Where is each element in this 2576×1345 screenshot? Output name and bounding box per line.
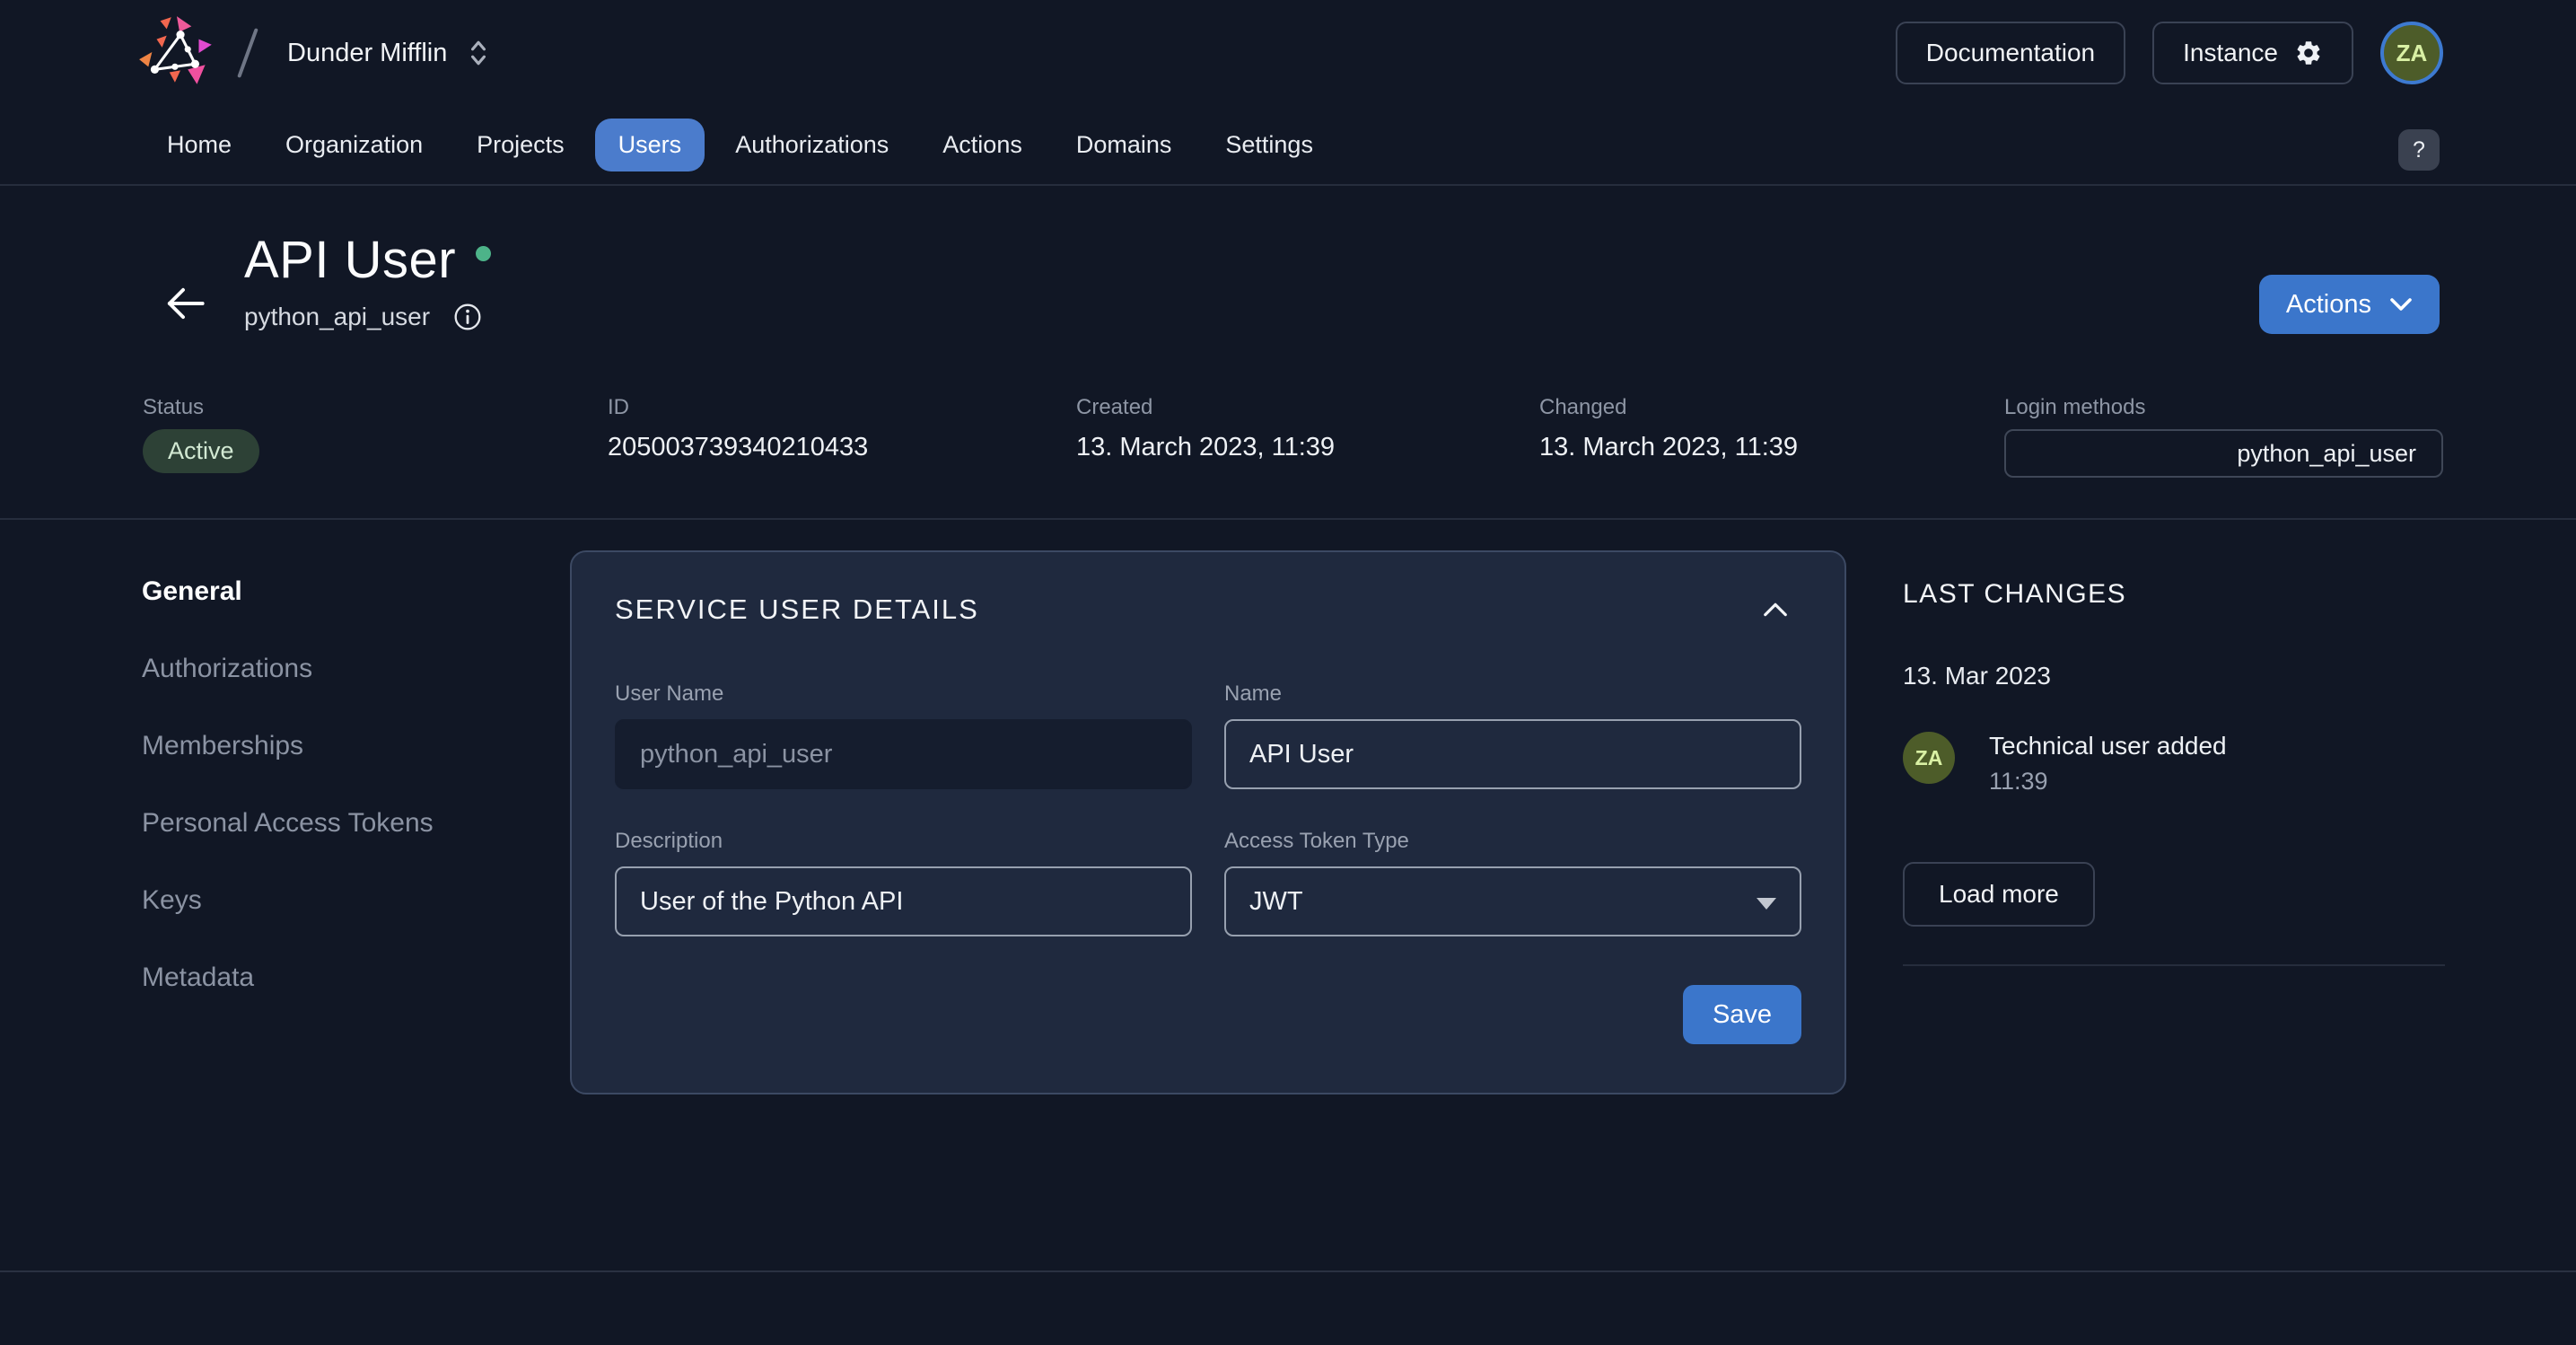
zitadel-logo-icon[interactable] (136, 14, 221, 92)
change-entry-body: Technical user added 11:39 (1989, 732, 2227, 796)
created-value: 13. March 2023, 11:39 (1076, 433, 1335, 462)
topbar: Dunder Mifflin Documentation Instance ZA (0, 0, 2576, 186)
sidebar-item-metadata[interactable]: Metadata (142, 963, 528, 993)
sidebar-item-personal-access-tokens[interactable]: Personal Access Tokens (142, 808, 528, 839)
meta-created: Created 13. March 2023, 11:39 (1076, 395, 1335, 462)
active-status-dot-icon (476, 246, 491, 261)
org-name: Dunder Mifflin (287, 39, 447, 68)
sidebar-item-authorizations[interactable]: Authorizations (142, 654, 528, 684)
org-switcher[interactable]: Dunder Mifflin (275, 30, 503, 77)
actions-menu-label: Actions (2286, 290, 2371, 320)
change-entry-avatar-initials: ZA (1915, 746, 1943, 770)
help-button[interactable]: ? (2398, 129, 2440, 171)
access-token-type-label: Access Token Type (1224, 829, 1801, 854)
tab-users[interactable]: Users (595, 119, 705, 171)
load-more-button[interactable]: Load more (1903, 862, 2095, 927)
main-nav: Home Organization Projects Users Authori… (144, 119, 1336, 171)
change-entry: ZA Technical user added 11:39 (1903, 732, 2445, 796)
tab-projects[interactable]: Projects (453, 119, 588, 171)
login-methods-label: Login methods (2004, 395, 2443, 420)
chevron-down-icon (2389, 296, 2413, 312)
status-label: Status (143, 395, 259, 420)
meta-status: Status Active (143, 395, 259, 473)
created-label: Created (1076, 395, 1335, 420)
sidebar-item-memberships[interactable]: Memberships (142, 731, 528, 761)
field-access-token-type: Access Token Type JWT (1224, 829, 1801, 936)
change-entry-time: 11:39 (1989, 768, 2227, 796)
page-title: API User (244, 230, 456, 290)
breadcrumb-slash (237, 28, 258, 78)
access-token-type-value: JWT (1249, 887, 1303, 917)
tab-domains[interactable]: Domains (1053, 119, 1196, 171)
changes-divider (1903, 964, 2445, 966)
info-icon[interactable] (453, 303, 482, 331)
name-label: Name (1224, 681, 1801, 707)
tab-actions[interactable]: Actions (919, 119, 1046, 171)
user-name-label: User Name (615, 681, 1192, 707)
detail-sidenav: General Authorizations Memberships Perso… (142, 576, 528, 993)
title-block: API User python_api_user (244, 230, 491, 331)
field-name: Name (1224, 681, 1801, 789)
meta-changed: Changed 13. March 2023, 11:39 (1539, 395, 1798, 462)
last-changes-title: LAST CHANGES (1903, 579, 2445, 610)
user-name-input (615, 719, 1192, 789)
tab-authorizations[interactable]: Authorizations (712, 119, 912, 171)
changed-value: 13. March 2023, 11:39 (1539, 433, 1798, 462)
change-entry-text: Technical user added (1989, 732, 2227, 760)
documentation-button-label: Documentation (1926, 39, 2095, 67)
field-description: Description (615, 829, 1192, 936)
page-subtitle: python_api_user (244, 303, 430, 331)
id-value: 205003739340210433 (608, 433, 868, 462)
gear-icon (2294, 39, 2323, 67)
name-input[interactable] (1224, 719, 1801, 789)
unfold-icon (467, 39, 490, 67)
topbar-right: Documentation Instance ZA (1896, 22, 2443, 84)
changed-label: Changed (1539, 395, 1798, 420)
field-user-name: User Name (615, 681, 1192, 789)
arrow-left-icon (160, 280, 206, 327)
select-caret-icon (1757, 898, 1776, 910)
card-header: SERVICE USER DETAILS (615, 593, 1801, 626)
access-token-type-select[interactable]: JWT (1224, 866, 1801, 936)
description-label: Description (615, 829, 1192, 854)
id-label: ID (608, 395, 868, 420)
meta-id: ID 205003739340210433 (608, 395, 868, 462)
tab-home[interactable]: Home (144, 119, 255, 171)
section-divider (0, 518, 2576, 520)
card-actions: Save (615, 985, 1801, 1044)
login-method-chip[interactable]: python_api_user (2004, 429, 2443, 478)
sidebar-item-keys[interactable]: Keys (142, 885, 528, 916)
tab-organization[interactable]: Organization (262, 119, 446, 171)
app: Dunder Mifflin Documentation Instance ZA (0, 0, 2576, 1345)
chevron-up-icon (1762, 601, 1789, 619)
tab-settings[interactable]: Settings (1202, 119, 1336, 171)
instance-button[interactable]: Instance (2152, 22, 2353, 84)
instance-button-label: Instance (2183, 39, 2278, 67)
card-title: SERVICE USER DETAILS (615, 593, 979, 626)
change-entry-avatar: ZA (1903, 732, 1955, 784)
last-changes-panel: LAST CHANGES 13. Mar 2023 ZA Technical u… (1903, 579, 2445, 966)
save-button[interactable]: Save (1683, 985, 1801, 1044)
changes-date: 13. Mar 2023 (1903, 662, 2445, 690)
meta-login-methods: Login methods python_api_user (2004, 395, 2443, 478)
description-input[interactable] (615, 866, 1192, 936)
user-avatar[interactable]: ZA (2380, 22, 2443, 84)
topbar-left: Dunder Mifflin (136, 13, 503, 93)
documentation-button[interactable]: Documentation (1896, 22, 2125, 84)
collapse-card-button[interactable] (1762, 594, 1801, 625)
status-badge: Active (143, 429, 259, 473)
back-button[interactable] (160, 278, 210, 329)
actions-menu-button[interactable]: Actions (2259, 275, 2440, 334)
service-user-details-card: SERVICE USER DETAILS User Name Name Desc… (570, 550, 1846, 1094)
details-form: User Name Name Description Access Token … (615, 681, 1801, 936)
sidebar-item-general[interactable]: General (142, 576, 528, 607)
user-avatar-initials: ZA (2396, 40, 2428, 67)
footer-divider (0, 1270, 2576, 1272)
